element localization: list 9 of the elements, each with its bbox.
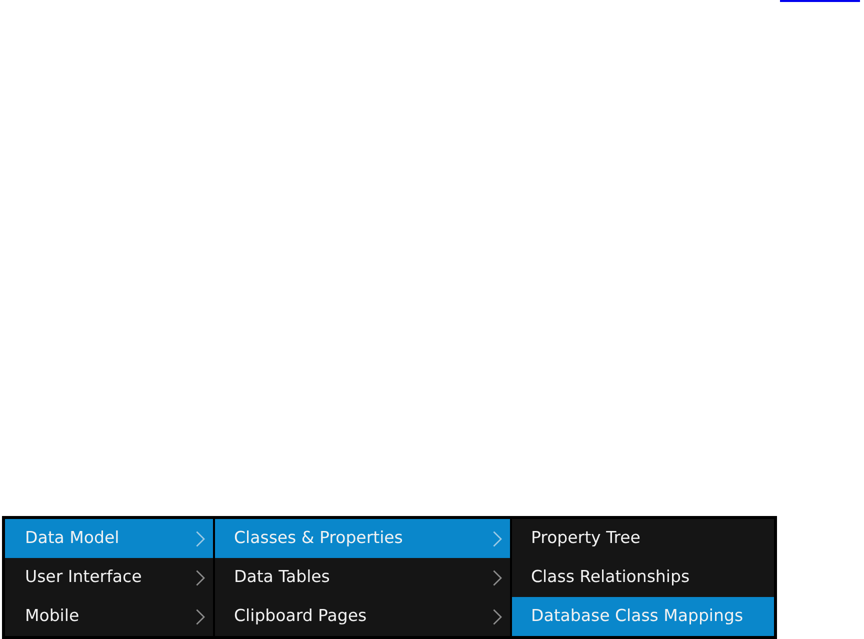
menu-item[interactable]: Data Tables bbox=[215, 558, 510, 597]
menu-item[interactable]: User Interface bbox=[5, 558, 213, 597]
menu-item[interactable]: Mobile bbox=[5, 597, 213, 636]
menu-item[interactable]: Clipboard Pages bbox=[215, 597, 510, 636]
menu-item[interactable]: Property Tree bbox=[512, 519, 774, 558]
menu-item[interactable]: Classes & Properties bbox=[215, 519, 510, 558]
menu-item[interactable]: Data Model bbox=[5, 519, 213, 558]
menu-item[interactable]: Class Relationships bbox=[512, 558, 774, 597]
menu-item[interactable]: Database Class Mappings bbox=[512, 597, 774, 636]
